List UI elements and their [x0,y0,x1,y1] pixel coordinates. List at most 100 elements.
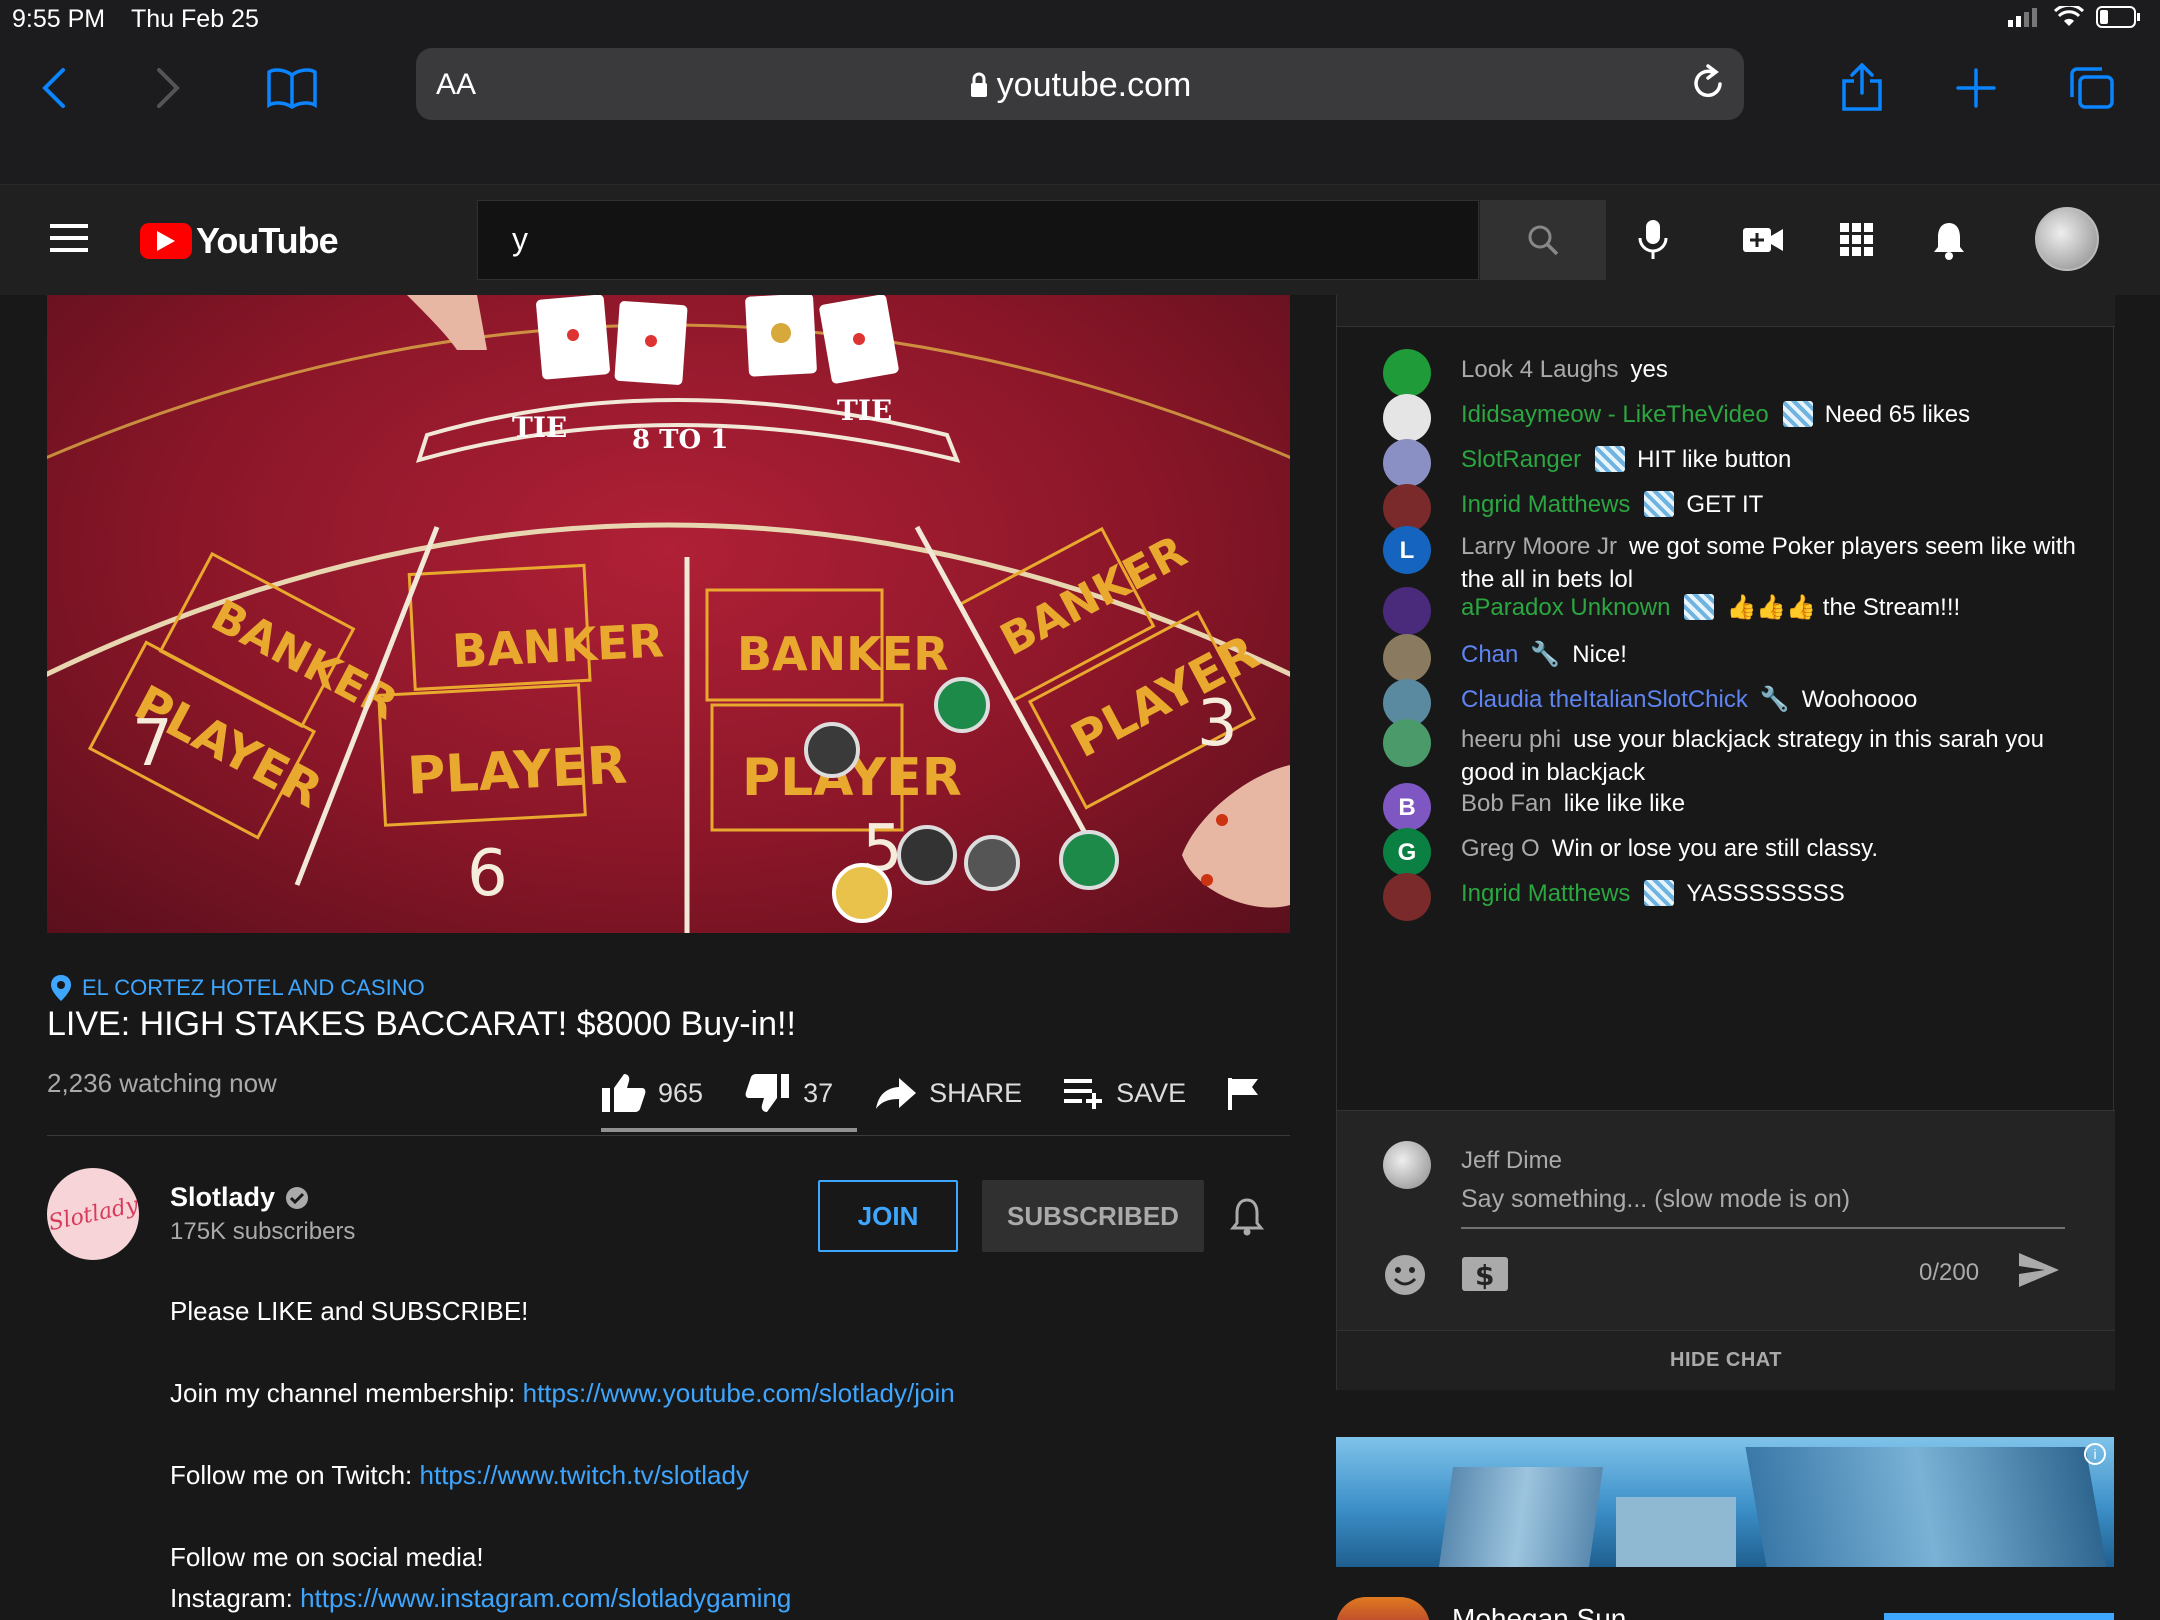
chat-author-name[interactable]: Greg O [1461,835,1540,862]
chat-author-name[interactable]: Bob Fan [1461,790,1552,817]
super-chat-icon[interactable]: $ [1461,1253,1509,1293]
chat-author-name[interactable]: Ididsaymeow - LikeTheVideo [1461,401,1769,428]
twitch-link[interactable]: https://www.twitch.tv/slotlady [420,1460,749,1490]
share-label: SHARE [929,1077,1023,1108]
youtube-header: YouTube y [0,185,2160,295]
channel-avatar[interactable]: Slotlady [46,1168,140,1260]
chat-message-body: Greg O Win or lose you are still classy. [1461,832,2083,865]
chat-message-input[interactable]: Say something... (slow mode is on) [1461,1185,2065,1229]
url-text: youtube.com [416,66,1744,105]
apps-button[interactable] [1834,217,1880,263]
share-icon [1842,63,1882,111]
channel-notification-button[interactable] [1229,1196,1265,1241]
chat-author-name[interactable]: aParadox Unknown [1461,594,1670,621]
chat-author-avatar[interactable]: B [1383,783,1431,831]
membership-link[interactable]: https://www.youtube.com/slotlady/join [523,1378,955,1408]
chat-author-avatar[interactable] [1383,484,1431,532]
status-time: 9:55 PM [12,5,106,33]
chat-message-body: aParadox Unknown 👍👍👍 the Stream!!! [1461,591,2083,624]
hamburger-menu-icon[interactable] [50,222,88,254]
chat-author-name[interactable]: Claudia theItalianSlotChick [1461,686,1748,713]
ad-building-2 [1616,1497,1736,1567]
microphone-icon [1638,220,1668,259]
chat-author-name[interactable]: heeru phi [1461,726,1561,753]
reload-icon[interactable] [1690,64,1726,102]
chat-author-name[interactable]: SlotRanger [1461,446,1581,473]
chat-message-text: HIT like button [1637,446,1792,473]
ad-info-icon[interactable]: i [2084,1443,2106,1465]
chat-author-avatar[interactable] [1383,439,1431,487]
subscribed-button[interactable]: SUBSCRIBED [982,1180,1204,1252]
chat-author-name[interactable]: Ingrid Matthews [1461,880,1630,907]
up-next-item[interactable]: Mohegan Sun [1336,1597,2114,1620]
account-avatar[interactable] [2035,207,2099,271]
like-ratio-bar [601,1128,857,1132]
chat-author-avatar[interactable] [1383,394,1431,442]
description-instagram: Instagram: https://www.instagram.com/slo… [170,1583,792,1613]
watching-count: 2,236 watching now [47,1068,277,1098]
dislike-button[interactable]: 37 [745,1072,833,1114]
channel-name[interactable]: Slotlady [170,1182,309,1213]
video-player[interactable]: TIE TIE 8 TO 1 BANKER PLAYER BANKER PLAY… [47,295,1290,933]
like-button[interactable]: 965 [600,1072,703,1114]
create-button[interactable] [1740,217,1786,263]
chat-author-avatar[interactable] [1383,587,1431,635]
chat-message: heeru phi use your blackjack strategy in … [1383,719,2083,789]
join-button[interactable]: JOIN [818,1180,958,1252]
up-next-title: Mohegan Sun [1452,1603,1627,1620]
up-next-action-button[interactable] [1884,1613,2114,1620]
location-link[interactable]: EL CORTEZ HOTEL AND CASINO [50,974,425,1002]
chat-message-text: like like like [1563,790,1686,817]
chat-author-avatar[interactable]: L [1383,526,1431,574]
notifications-button[interactable] [1926,217,1972,263]
baccarat-table-video-frame: TIE TIE 8 TO 1 BANKER PLAYER BANKER PLAY… [47,295,1290,933]
chat-author-avatar[interactable] [1383,634,1431,682]
emoji-icon[interactable] [1383,1253,1427,1297]
save-button[interactable]: SAVE [1064,1077,1186,1109]
ad-building-3 [1745,1447,2107,1567]
system-icons [2008,6,2142,28]
chat-message: Chan 🔧 Nice! [1383,634,2083,682]
chat-author-name[interactable]: Larry Moore Jr [1461,533,1617,560]
plus-icon [1956,68,1996,108]
voice-search-button[interactable] [1630,217,1676,263]
new-tab-button[interactable] [1946,58,2006,118]
share-video-button[interactable]: SHARE [875,1076,1022,1110]
tabs-button[interactable] [2062,58,2122,118]
search-button[interactable] [1480,200,1606,280]
chat-message-body: SlotRanger HIT like button [1461,443,2083,476]
chat-author-name[interactable]: Ingrid Matthews [1461,491,1630,518]
chat-header [1337,295,2115,327]
chat-author-avatar[interactable]: G [1383,828,1431,876]
banker-label-2: BANKER [451,613,665,678]
char-counter: 0/200 [1919,1259,1980,1286]
search-input[interactable]: y [477,200,1479,280]
chat-author-name[interactable]: Look 4 Laughs [1461,356,1618,383]
bookmarks-button[interactable] [262,58,322,118]
chat-author-name[interactable]: Chan [1461,641,1518,668]
chat-author-avatar[interactable] [1383,873,1431,921]
member-badge-icon [1595,446,1626,472]
chat-user-name: Jeff Dime [1461,1147,1562,1174]
chat-message-body: Ingrid Matthews GET IT [1461,488,2083,521]
hide-chat-button[interactable]: HIDE CHAT [1337,1330,2115,1390]
ad-banner[interactable]: i [1336,1437,2114,1567]
forward-button[interactable] [138,58,198,118]
chat-author-avatar[interactable] [1383,719,1431,767]
back-button[interactable] [24,58,84,118]
report-button[interactable] [1228,1076,1260,1110]
address-bar[interactable]: AA youtube.com [416,48,1744,120]
share-button[interactable] [1832,58,1892,118]
youtube-logo[interactable]: YouTube [140,220,339,262]
divider [47,1135,1290,1136]
instagram-link[interactable]: https://www.instagram.com/slotladygaming [300,1583,791,1613]
chat-user-avatar [1383,1141,1431,1189]
video-actions: 965 37 SHARE SAVE [600,1068,1260,1118]
moderator-wrench-icon: 🔧 [1759,686,1790,713]
svg-text:$: $ [1475,1259,1494,1292]
banker-label-4: BANKER [992,526,1195,666]
send-icon[interactable] [2017,1251,2061,1289]
like-count: 965 [658,1077,704,1108]
chat-author-avatar[interactable] [1383,349,1431,397]
chat-message-body: Ididsaymeow - LikeTheVideo Need 65 likes [1461,398,2083,431]
